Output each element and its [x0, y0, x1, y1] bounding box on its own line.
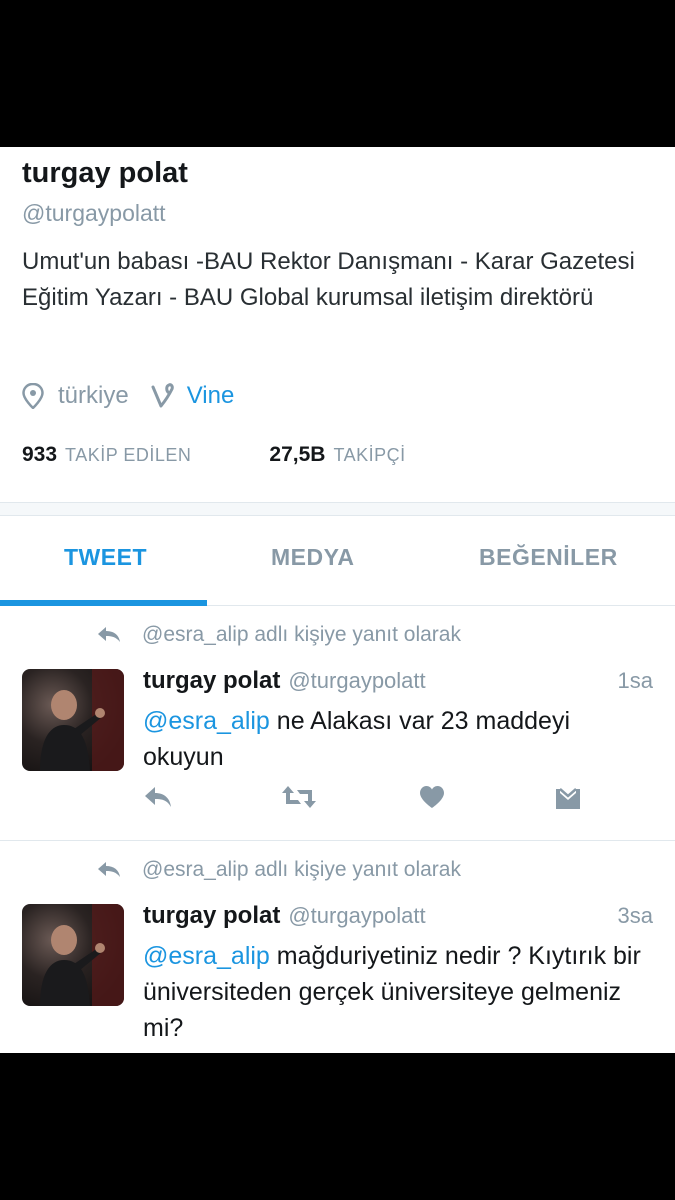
section-divider	[0, 502, 675, 516]
profile-name: turgay polat	[22, 157, 188, 189]
following-count[interactable]: 933	[22, 443, 57, 467]
profile-header: turgay polat @turgaypolatt Umut'un babas…	[0, 147, 675, 502]
like-icon[interactable]	[419, 785, 445, 809]
profile-screen: turgay polat @turgaypolatt Umut'un babas…	[0, 147, 675, 1053]
profile-stats: 933 TAKİP EDİLEN 27,5B TAKİPÇİ	[22, 443, 406, 467]
tweet-author-handle[interactable]: @turgaypolatt	[288, 668, 617, 694]
profile-tabs: TWEET MEDYA BEĞENİLER	[0, 516, 675, 606]
tweet-timestamp: 1sa	[617, 668, 653, 693]
tweet-item[interactable]: @esra_alip adlı kişiye yanıt olarak turg…	[0, 607, 675, 841]
followers-label[interactable]: TAKİPÇİ	[333, 445, 405, 466]
tweet-author-name[interactable]: turgay polat	[143, 902, 280, 930]
reply-context-text: @esra_alip adlı kişiye yanıt olarak	[142, 858, 461, 881]
reply-icon[interactable]	[143, 785, 173, 809]
tweet-actions	[143, 785, 613, 815]
tweet-author-name[interactable]: turgay polat	[143, 667, 280, 695]
direct-message-icon[interactable]	[554, 785, 582, 811]
tweet-author-handle[interactable]: @turgaypolatt	[288, 903, 617, 929]
tweet-header: turgay polat @turgaypolatt 3sa	[143, 902, 653, 930]
reply-arrow-icon	[98, 862, 120, 877]
profile-bio: Umut'un babası -BAU Rektor Danışmanı - K…	[22, 248, 635, 311]
following-label[interactable]: TAKİP EDİLEN	[65, 445, 191, 466]
tweet-mention[interactable]: @esra_alip	[143, 942, 270, 970]
location-pin-icon	[22, 383, 44, 409]
avatar[interactable]	[22, 904, 124, 1006]
tweet-text: @esra_alip ne Alakası var 23 maddeyi oku…	[143, 703, 643, 775]
profile-location: türkiye	[58, 382, 129, 409]
tab-likes[interactable]: BEĞENİLER	[479, 544, 618, 571]
reply-context: @esra_alip adlı kişiye yanıt olarak	[96, 623, 461, 647]
profile-handle: @turgaypolatt	[22, 200, 166, 226]
reply-arrow-icon	[98, 627, 120, 642]
tweet-mention[interactable]: @esra_alip	[143, 707, 270, 735]
reply-context-text: @esra_alip adlı kişiye yanıt olarak	[142, 623, 461, 646]
retweet-icon[interactable]	[281, 785, 317, 809]
followers-count[interactable]: 27,5B	[269, 443, 325, 467]
tab-media[interactable]: MEDYA	[271, 544, 354, 571]
tweet-timestamp: 3sa	[617, 903, 653, 928]
tweet-item[interactable]: @esra_alip adlı kişiye yanıt olarak turg…	[0, 842, 675, 1053]
profile-meta: türkiye Vine	[22, 382, 234, 410]
vine-icon	[151, 383, 174, 408]
tab-tweet[interactable]: TWEET	[64, 544, 147, 571]
avatar[interactable]	[22, 669, 124, 771]
active-tab-indicator	[0, 600, 207, 606]
tweet-text: @esra_alip mağduriyetiniz nedir ? Kıytır…	[143, 938, 643, 1046]
reply-context: @esra_alip adlı kişiye yanıt olarak	[96, 858, 461, 882]
profile-link[interactable]: Vine	[187, 382, 235, 410]
tweet-header: turgay polat @turgaypolatt 1sa	[143, 667, 653, 695]
